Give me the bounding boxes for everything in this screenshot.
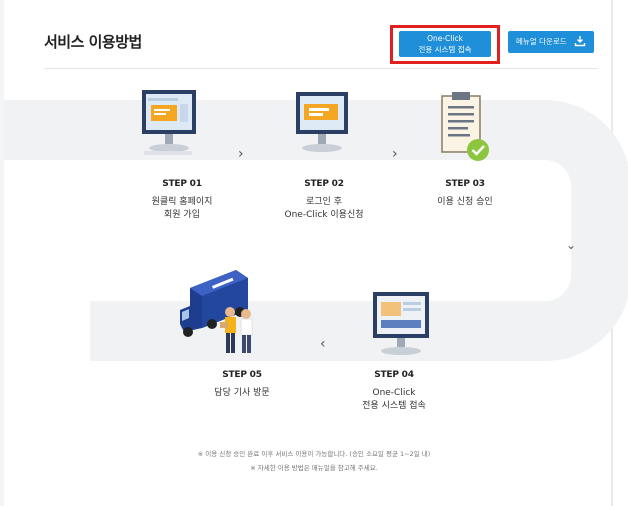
chevron-down-icon: ⌄ <box>566 238 577 252</box>
step03-label: STEP 03 <box>445 179 485 189</box>
step04-desc-line1: One-Click <box>372 388 416 398</box>
step02-label: STEP 02 <box>304 179 344 189</box>
clipboard-icon <box>441 92 489 161</box>
chevron-right-icon: › <box>392 146 398 162</box>
checkmark-icon <box>467 139 489 161</box>
chevron-left-icon: ‹ <box>320 336 326 352</box>
step01-desc-line2: 회원 가입 <box>164 210 200 220</box>
step04-label: STEP 04 <box>374 370 414 380</box>
step02-desc-line1: 로그인 후 <box>306 197 342 207</box>
note-approval: ※ 이용 신청 승인 완료 이후 서비스 이용이 가능합니다. (승인 소요일 … <box>197 450 431 458</box>
step03-desc-line1: 이용 신청 승인 <box>437 197 493 207</box>
step02-desc-line2: One-Click 이용신청 <box>284 210 364 220</box>
step02-monitor-illustration <box>296 92 348 152</box>
step01-label: STEP 01 <box>162 179 202 189</box>
step01-monitor-illustration <box>142 90 196 155</box>
chevron-right-icon: › <box>238 146 244 162</box>
note-manual: ※ 자세한 이용 방법은 매뉴얼을 참고해 주세요. <box>250 464 378 472</box>
step01-desc-line1: 원클릭 홈페이지 <box>151 197 213 207</box>
service-guide-panel: 서비스 이용방법 One-Click 전용 시스템 접속 메뉴얼 다운로드 › … <box>0 0 628 506</box>
process-flow-path <box>4 100 628 361</box>
step04-desc-line2: 전용 시스템 접속 <box>362 401 426 411</box>
step04-monitor-illustration <box>373 292 429 355</box>
truck-icon <box>180 270 253 353</box>
step05-label: STEP 05 <box>222 370 262 380</box>
step05-desc-line1: 담당 기사 방문 <box>214 388 270 398</box>
